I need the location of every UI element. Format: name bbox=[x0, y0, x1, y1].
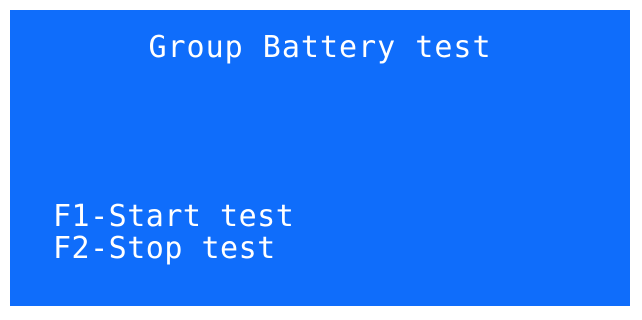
screen-title: Group Battery test bbox=[148, 30, 492, 65]
lcd-screen: Group Battery test F1-Start test F2-Stop… bbox=[10, 10, 630, 306]
menu-option-start-test[interactable]: F1-Start test bbox=[53, 202, 294, 232]
menu-option-stop-test[interactable]: F2-Stop test bbox=[53, 234, 276, 264]
